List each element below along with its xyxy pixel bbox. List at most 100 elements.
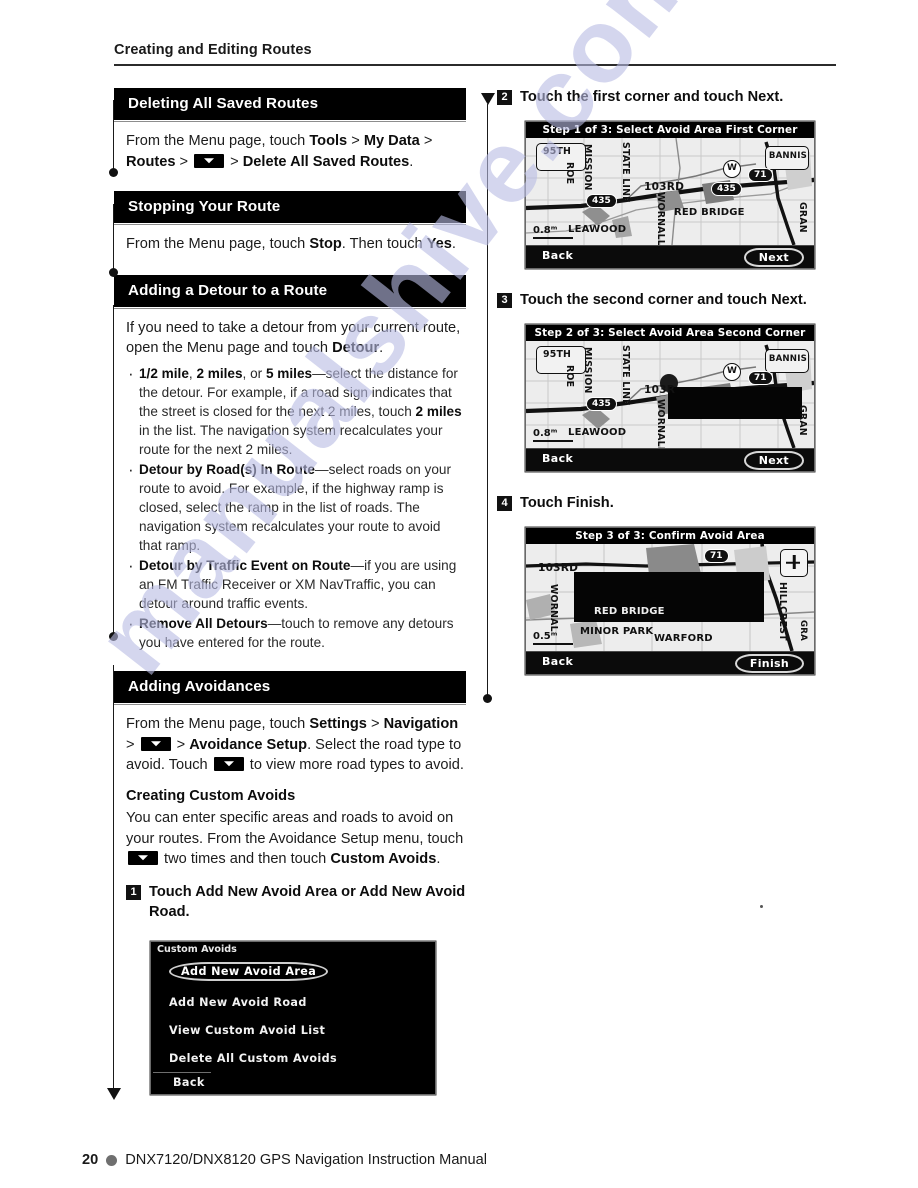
map-label-red-bridge: RED BRIDGE	[594, 605, 665, 617]
map-canvas[interactable]: 95TH BANNIS MISSION ROE STATE LINE 103R …	[526, 340, 814, 448]
emphasis-text: Detour by Road(s) In Route	[139, 461, 315, 477]
section-body: From the Menu page, touch Settings > Nav…	[114, 705, 466, 869]
route-shield-71: 71	[704, 548, 729, 563]
map-label-hillcrest: HILLCREST	[777, 581, 788, 641]
emphasis-text: 2 miles	[196, 365, 243, 381]
menu-item-delete-all-custom-avoids[interactable]: Delete All Custom Avoids	[151, 1048, 435, 1069]
body-text: >	[366, 716, 384, 733]
menu-item-view-custom-avoid-list[interactable]: View Custom Avoid List	[151, 1020, 435, 1041]
map-toolbar: Back Finish	[526, 650, 814, 674]
map-label-state-line: STATE LINE	[620, 141, 631, 203]
right-column: 2 Touch the first corner and touch Next.…	[497, 88, 837, 675]
menu-back-button[interactable]: Back	[151, 1073, 435, 1094]
section-underline	[114, 224, 466, 226]
map-scale: 0.5ᵐ	[533, 631, 573, 645]
step-number-badge: 3	[497, 292, 512, 308]
map-canvas[interactable]: 95TH BANNIS MISSION ROE STATE LINE 103RD…	[526, 137, 814, 245]
emphasis-text: Delete All Saved Routes	[242, 153, 410, 170]
connector-dot-right	[483, 694, 492, 703]
connector-line-4	[113, 665, 115, 1089]
map-label-state-line: STATE LINE	[620, 344, 631, 406]
step-4: 4 Touch Finish.	[497, 494, 837, 514]
step-instruction: Touch Finish.	[520, 494, 614, 511]
map-back-button[interactable]: Back	[542, 655, 573, 668]
page-number: 20	[82, 1152, 99, 1168]
section-body: From the Menu page, touch Stop. Then tou…	[114, 225, 466, 254]
map-screenshot-step2: Step 2 of 3: Select Avoid Area Second Co…	[525, 323, 815, 472]
map-next-button[interactable]: Next	[743, 450, 804, 470]
rich-paragraph: From the Menu page, touch Stop. Then tou…	[126, 234, 466, 254]
menu-item-label: Add New Avoid Area	[169, 962, 329, 982]
map-label-bannis: BANNIS	[768, 353, 807, 364]
body-text: >	[175, 153, 193, 170]
map-scale-bar	[533, 439, 573, 442]
avoid-area-selection	[668, 386, 802, 419]
body-text: If you need to take a detour from your c…	[126, 319, 461, 357]
screen-title: Custom Avoids	[157, 944, 237, 956]
running-head: Creating and Editing Routes	[114, 42, 312, 58]
map-marker-w: W	[723, 362, 741, 381]
menu-item-add-new-avoid-road[interactable]: Add New Avoid Road	[151, 992, 435, 1013]
section-heading: Stopping Your Route	[114, 191, 466, 224]
step-number-badge: 1	[126, 885, 141, 901]
route-shield-71: 71	[748, 167, 773, 182]
map-finish-button[interactable]: Finish	[734, 653, 804, 673]
map-label-warford: WARFORD	[654, 632, 713, 644]
map-next-button[interactable]: Next	[743, 247, 804, 267]
map-canvas[interactable]: 103RD WORNAL RED BRIDGE MINOR PARK WARFO…	[526, 543, 814, 651]
emphasis-text: 1/2 mile	[139, 365, 189, 381]
list-item: Detour by Traffic Event on Route—if you …	[126, 554, 466, 613]
map-scale: 0.8ᵐ	[533, 428, 573, 442]
map-back-button[interactable]: Back	[542, 249, 573, 262]
section-heading: Deleting All Saved Routes	[114, 88, 466, 121]
route-shield-435-west: 435	[586, 193, 617, 208]
step-3: 3 Touch the second corner and touch Next…	[497, 291, 837, 311]
map-label-95th: 95TH	[543, 145, 572, 157]
map-label-mission: MISSION	[582, 346, 593, 394]
section-body: From the Menu page, touch Tools > My Dat…	[114, 122, 466, 172]
body-text: >	[172, 736, 190, 753]
rich-paragraph: From the Menu page, touch Settings > Nav…	[126, 714, 466, 775]
map-label-roe: ROE	[564, 364, 575, 387]
detour-options-list: 1/2 mile, 2 miles, or 5 miles—select the…	[126, 362, 466, 652]
map-screenshot-step3: Step 3 of 3: Confirm Avoid Area 103RD WO…	[525, 526, 815, 675]
brand-glyph-icon	[106, 1154, 118, 1166]
emphasis-text: 2 miles	[415, 403, 462, 419]
running-head-rule	[114, 64, 836, 66]
step-1: 1 Touch Add New Avoid Area or Add New Av…	[126, 883, 466, 923]
dropdown-chip-icon	[140, 736, 171, 751]
emphasis-text: 5 miles	[265, 365, 313, 381]
route-shield-435-east: 435	[711, 181, 742, 196]
connector-line-3	[113, 305, 115, 635]
section-adding-a-detour: Adding a Detour to a Route	[114, 274, 466, 309]
connector-line-1	[113, 100, 115, 172]
section-underline	[114, 121, 466, 123]
menu-item-add-new-avoid-area[interactable]: Add New Avoid Area	[151, 958, 435, 985]
map-label-103rd: 103RD	[538, 561, 579, 574]
body-text: .	[409, 153, 414, 170]
screen-title: Step 1 of 3: Select Avoid Area First Cor…	[542, 123, 798, 136]
rich-paragraph: From the Menu page, touch Tools > My Dat…	[126, 131, 466, 172]
body-text: two times and then touch	[160, 850, 331, 867]
step-instruction: Touch the first corner and touch Next.	[520, 89, 784, 105]
page-footer: 20 DNX7120/DNX8120 GPS Navigation Instru…	[82, 1152, 487, 1168]
connector-dot-2	[109, 268, 118, 277]
step-2: 2 Touch the first corner and touch Next.	[497, 88, 837, 108]
body-text: You can enter specific areas and roads t…	[126, 810, 464, 847]
rich-paragraph: If you need to take a detour from your c…	[126, 318, 466, 359]
map-label-mission: MISSION	[582, 143, 593, 191]
emphasis-text: Avoidance Setup	[189, 736, 308, 753]
map-label-gran: GRAN	[797, 404, 808, 436]
step-instruction: Touch the second corner and touch Next.	[520, 291, 807, 308]
body-text: >	[347, 133, 364, 150]
emphasis-text: Detour	[332, 340, 380, 357]
body-text: >	[126, 736, 139, 753]
route-shield-71: 71	[748, 370, 773, 385]
zoom-in-icon[interactable]	[780, 548, 808, 577]
emphasis-text: Navigation	[383, 716, 459, 733]
map-back-button[interactable]: Back	[542, 452, 573, 465]
emphasis-text: Yes	[426, 236, 452, 253]
map-label-bannis: BANNIS	[768, 150, 807, 161]
section-stopping-your-route: Stopping Your Route	[114, 191, 466, 226]
map-label-gra: GRA	[798, 619, 808, 641]
